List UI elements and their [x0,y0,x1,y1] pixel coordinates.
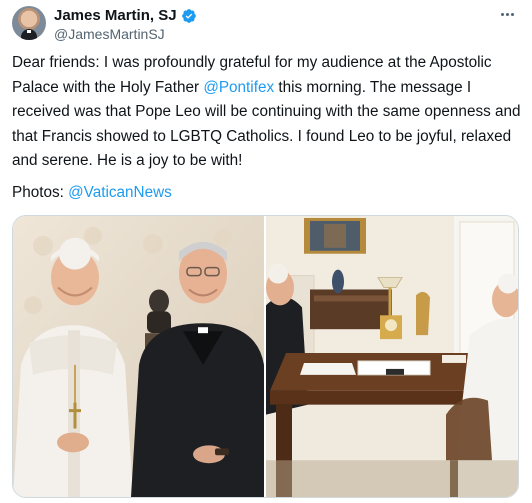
avatar-collar [21,29,37,40]
photos-label: Photos: [12,184,69,201]
mention-vaticannews[interactable]: @VaticanNews [68,184,172,201]
author-avatar[interactable] [12,6,46,40]
dot [510,12,514,16]
dot [500,12,504,16]
author-handle[interactable]: @JamesMartinSJ [54,26,165,43]
photos-credit: Photos: @VaticanNews [12,181,172,206]
media-grid [12,215,519,498]
author-name-row: James Martin, SJ [54,7,197,25]
photo-left[interactable] [13,216,264,497]
photo-left-image [13,216,264,497]
tweet: James Martin, SJ @JamesMartinSJ Dear fri… [0,0,532,503]
verified-badge-icon [181,9,196,23]
dot [505,12,509,16]
photo-right[interactable] [266,216,518,497]
more-options-icon[interactable] [496,6,518,22]
author-display-name[interactable]: James Martin, SJ [54,7,177,25]
tweet-text: Dear friends: I was profoundly grateful … [12,51,524,174]
photo-right-image [266,216,518,497]
mention-pontifex[interactable]: @Pontifex [203,79,274,96]
